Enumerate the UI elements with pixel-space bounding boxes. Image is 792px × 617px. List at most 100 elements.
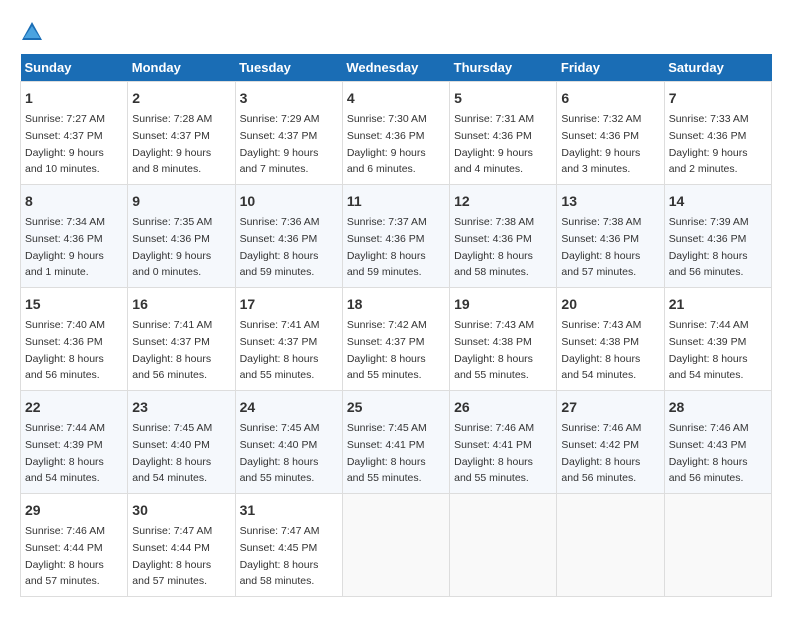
day-detail: Sunrise: 7:28 AMSunset: 4:37 PMDaylight:… xyxy=(132,113,212,175)
calendar-table: SundayMondayTuesdayWednesdayThursdayFrid… xyxy=(20,54,772,597)
logo-icon xyxy=(20,20,44,44)
day-detail: Sunrise: 7:32 AMSunset: 4:36 PMDaylight:… xyxy=(561,113,641,175)
day-detail: Sunrise: 7:31 AMSunset: 4:36 PMDaylight:… xyxy=(454,113,534,175)
day-number: 16 xyxy=(132,294,230,315)
calendar-cell: 12 Sunrise: 7:38 AMSunset: 4:36 PMDayligh… xyxy=(450,185,557,288)
calendar-cell: 10 Sunrise: 7:36 AMSunset: 4:36 PMDayligh… xyxy=(235,185,342,288)
day-number: 17 xyxy=(240,294,338,315)
day-detail: Sunrise: 7:46 AMSunset: 4:42 PMDaylight:… xyxy=(561,422,641,484)
day-detail: Sunrise: 7:46 AMSunset: 4:44 PMDaylight:… xyxy=(25,525,105,587)
weekday-header-friday: Friday xyxy=(557,54,664,82)
day-detail: Sunrise: 7:39 AMSunset: 4:36 PMDaylight:… xyxy=(669,216,749,278)
day-number: 25 xyxy=(347,397,445,418)
calendar-cell: 19 Sunrise: 7:43 AMSunset: 4:38 PMDayligh… xyxy=(450,288,557,391)
weekday-header-thursday: Thursday xyxy=(450,54,557,82)
calendar-cell: 27 Sunrise: 7:46 AMSunset: 4:42 PMDayligh… xyxy=(557,391,664,494)
calendar-cell: 18 Sunrise: 7:42 AMSunset: 4:37 PMDayligh… xyxy=(342,288,449,391)
day-number: 4 xyxy=(347,88,445,109)
header xyxy=(20,20,772,44)
calendar-cell: 13 Sunrise: 7:38 AMSunset: 4:36 PMDayligh… xyxy=(557,185,664,288)
day-detail: Sunrise: 7:44 AMSunset: 4:39 PMDaylight:… xyxy=(669,319,749,381)
calendar-cell: 15 Sunrise: 7:40 AMSunset: 4:36 PMDayligh… xyxy=(21,288,128,391)
calendar-week-2: 15 Sunrise: 7:40 AMSunset: 4:36 PMDayligh… xyxy=(21,288,772,391)
day-detail: Sunrise: 7:45 AMSunset: 4:41 PMDaylight:… xyxy=(347,422,427,484)
day-detail: Sunrise: 7:43 AMSunset: 4:38 PMDaylight:… xyxy=(454,319,534,381)
day-number: 22 xyxy=(25,397,123,418)
calendar-cell: 30 Sunrise: 7:47 AMSunset: 4:44 PMDayligh… xyxy=(128,494,235,597)
day-detail: Sunrise: 7:45 AMSunset: 4:40 PMDaylight:… xyxy=(132,422,212,484)
day-number: 7 xyxy=(669,88,767,109)
day-detail: Sunrise: 7:42 AMSunset: 4:37 PMDaylight:… xyxy=(347,319,427,381)
day-number: 15 xyxy=(25,294,123,315)
day-number: 29 xyxy=(25,500,123,521)
calendar-cell: 14 Sunrise: 7:39 AMSunset: 4:36 PMDayligh… xyxy=(664,185,771,288)
day-number: 1 xyxy=(25,88,123,109)
day-detail: Sunrise: 7:45 AMSunset: 4:40 PMDaylight:… xyxy=(240,422,320,484)
calendar-cell: 24 Sunrise: 7:45 AMSunset: 4:40 PMDayligh… xyxy=(235,391,342,494)
day-number: 13 xyxy=(561,191,659,212)
day-number: 9 xyxy=(132,191,230,212)
calendar-cell: 28 Sunrise: 7:46 AMSunset: 4:43 PMDayligh… xyxy=(664,391,771,494)
day-detail: Sunrise: 7:38 AMSunset: 4:36 PMDaylight:… xyxy=(454,216,534,278)
day-detail: Sunrise: 7:46 AMSunset: 4:41 PMDaylight:… xyxy=(454,422,534,484)
day-number: 31 xyxy=(240,500,338,521)
calendar-cell: 16Sunrise: 7:41 AMSunset: 4:37 PMDayligh… xyxy=(128,288,235,391)
day-number: 5 xyxy=(454,88,552,109)
calendar-cell: 11 Sunrise: 7:37 AMSunset: 4:36 PMDayligh… xyxy=(342,185,449,288)
day-number: 12 xyxy=(454,191,552,212)
day-number: 3 xyxy=(240,88,338,109)
calendar-week-3: 22Sunrise: 7:44 AMSunset: 4:39 PMDayligh… xyxy=(21,391,772,494)
calendar-cell: 2Sunrise: 7:28 AMSunset: 4:37 PMDaylight… xyxy=(128,82,235,185)
day-number: 26 xyxy=(454,397,552,418)
weekday-header-saturday: Saturday xyxy=(664,54,771,82)
day-number: 18 xyxy=(347,294,445,315)
calendar-cell xyxy=(664,494,771,597)
day-number: 10 xyxy=(240,191,338,212)
calendar-cell: 3 Sunrise: 7:29 AMSunset: 4:37 PMDaylight… xyxy=(235,82,342,185)
day-number: 28 xyxy=(669,397,767,418)
day-detail: Sunrise: 7:41 AMSunset: 4:37 PMDaylight:… xyxy=(240,319,320,381)
day-detail: Sunrise: 7:34 AMSunset: 4:36 PMDaylight:… xyxy=(25,216,105,278)
calendar-cell: 26 Sunrise: 7:46 AMSunset: 4:41 PMDayligh… xyxy=(450,391,557,494)
weekday-header-wednesday: Wednesday xyxy=(342,54,449,82)
day-detail: Sunrise: 7:47 AMSunset: 4:44 PMDaylight:… xyxy=(132,525,212,587)
calendar-cell: 6 Sunrise: 7:32 AMSunset: 4:36 PMDaylight… xyxy=(557,82,664,185)
day-number: 27 xyxy=(561,397,659,418)
day-number: 6 xyxy=(561,88,659,109)
calendar-cell: 1 Sunrise: 7:27 AMSunset: 4:37 PMDaylight… xyxy=(21,82,128,185)
day-detail: Sunrise: 7:37 AMSunset: 4:36 PMDaylight:… xyxy=(347,216,427,278)
day-detail: Sunrise: 7:27 AMSunset: 4:37 PMDaylight:… xyxy=(25,113,105,175)
day-detail: Sunrise: 7:36 AMSunset: 4:36 PMDaylight:… xyxy=(240,216,320,278)
weekday-header-tuesday: Tuesday xyxy=(235,54,342,82)
day-detail: Sunrise: 7:43 AMSunset: 4:38 PMDaylight:… xyxy=(561,319,641,381)
day-number: 30 xyxy=(132,500,230,521)
calendar-cell: 4 Sunrise: 7:30 AMSunset: 4:36 PMDaylight… xyxy=(342,82,449,185)
day-detail: Sunrise: 7:38 AMSunset: 4:36 PMDaylight:… xyxy=(561,216,641,278)
day-detail: Sunrise: 7:29 AMSunset: 4:37 PMDaylight:… xyxy=(240,113,320,175)
day-number: 11 xyxy=(347,191,445,212)
calendar-cell: 31Sunrise: 7:47 AMSunset: 4:45 PMDayligh… xyxy=(235,494,342,597)
weekday-header-monday: Monday xyxy=(128,54,235,82)
day-detail: Sunrise: 7:33 AMSunset: 4:36 PMDaylight:… xyxy=(669,113,749,175)
day-number: 24 xyxy=(240,397,338,418)
day-detail: Sunrise: 7:40 AMSunset: 4:36 PMDaylight:… xyxy=(25,319,105,381)
calendar-cell: 25 Sunrise: 7:45 AMSunset: 4:41 PMDayligh… xyxy=(342,391,449,494)
day-detail: Sunrise: 7:46 AMSunset: 4:43 PMDaylight:… xyxy=(669,422,749,484)
logo xyxy=(20,20,48,44)
calendar-cell: 21 Sunrise: 7:44 AMSunset: 4:39 PMDayligh… xyxy=(664,288,771,391)
day-detail: Sunrise: 7:30 AMSunset: 4:36 PMDaylight:… xyxy=(347,113,427,175)
calendar-cell xyxy=(450,494,557,597)
calendar-cell: 20 Sunrise: 7:43 AMSunset: 4:38 PMDayligh… xyxy=(557,288,664,391)
day-number: 21 xyxy=(669,294,767,315)
calendar-cell: 9 Sunrise: 7:35 AMSunset: 4:36 PMDaylight… xyxy=(128,185,235,288)
calendar-cell: 8 Sunrise: 7:34 AMSunset: 4:36 PMDaylight… xyxy=(21,185,128,288)
day-number: 14 xyxy=(669,191,767,212)
day-number: 19 xyxy=(454,294,552,315)
calendar-cell xyxy=(557,494,664,597)
calendar-cell: 5 Sunrise: 7:31 AMSunset: 4:36 PMDaylight… xyxy=(450,82,557,185)
day-number: 20 xyxy=(561,294,659,315)
calendar-week-1: 8 Sunrise: 7:34 AMSunset: 4:36 PMDaylight… xyxy=(21,185,772,288)
day-number: 8 xyxy=(25,191,123,212)
day-detail: Sunrise: 7:35 AMSunset: 4:36 PMDaylight:… xyxy=(132,216,212,278)
calendar-week-4: 29 Sunrise: 7:46 AMSunset: 4:44 PMDayligh… xyxy=(21,494,772,597)
